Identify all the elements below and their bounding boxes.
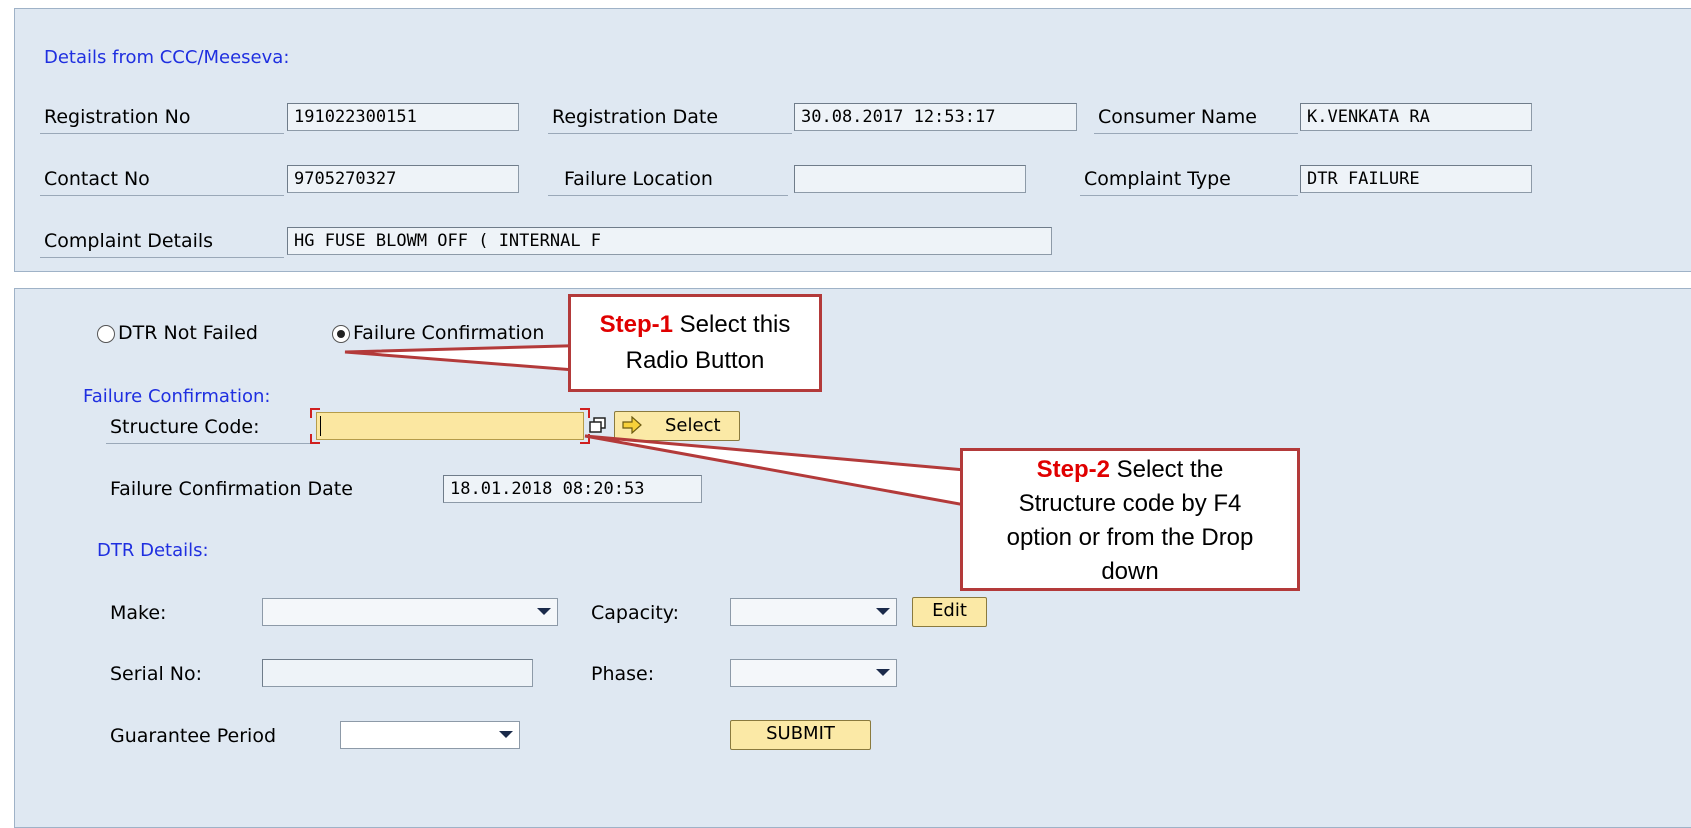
step2-text-line3: option or from the Drop — [1006, 524, 1254, 551]
step1-text-line2: Radio Button — [625, 347, 765, 374]
step2-text-line4: down — [1101, 558, 1159, 585]
step1-text-line1: Select this — [672, 311, 791, 338]
step2-text-line2: Structure code by F4 — [1018, 490, 1242, 517]
step2-text-line1: Select the — [1109, 456, 1224, 483]
step1-tag: Step-1 — [599, 311, 673, 338]
step2-pointer — [584, 434, 967, 507]
step2-tag: Step-2 — [1036, 456, 1110, 483]
step1-pointer — [344, 343, 602, 374]
step2-callout: Step-2 Select the Structure code by F4 o… — [960, 448, 1300, 591]
step1-callout: Step-1 Select this Radio Button — [568, 294, 822, 392]
callout-pointers — [344, 343, 967, 507]
